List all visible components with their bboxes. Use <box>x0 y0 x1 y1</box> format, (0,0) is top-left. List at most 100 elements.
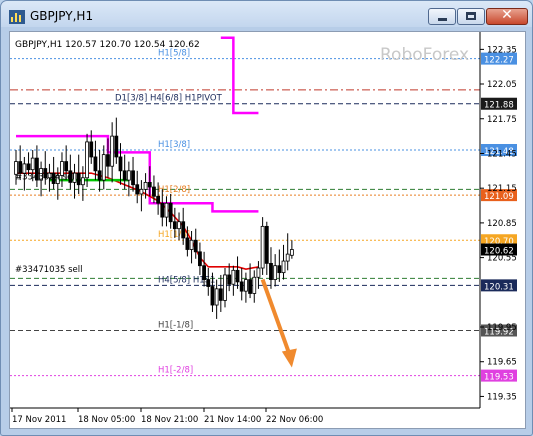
pivot-label: H1[3/8] <box>158 140 190 150</box>
candle-body <box>160 202 165 218</box>
candle-body <box>152 186 156 197</box>
price-badge-text: 119.53 <box>484 373 514 383</box>
candle-body <box>139 188 144 195</box>
price-badge-text: 120.31 <box>484 282 514 292</box>
candle-body <box>210 286 215 306</box>
y-tick-label: 121.45 <box>487 149 517 159</box>
candle-body <box>223 274 227 301</box>
candle-body <box>101 154 106 181</box>
minimize-button[interactable] <box>428 8 456 25</box>
trade-label: #3343024 sell <box>15 172 77 182</box>
candle-body <box>269 262 273 280</box>
candle-body <box>235 269 240 283</box>
trade-label: #33471035 sell <box>15 265 82 275</box>
candle-body <box>231 269 236 285</box>
maximize-icon <box>466 12 476 20</box>
candle-body <box>26 163 31 171</box>
candle-body <box>256 267 261 278</box>
y-tick-label: 121.75 <box>487 115 517 125</box>
candle-body <box>185 237 190 250</box>
candle-body <box>202 265 207 280</box>
candle-body <box>260 225 265 269</box>
x-tick-label: 21 Nov 14:00 <box>204 415 261 425</box>
y-tick-label: 119.95 <box>487 323 517 333</box>
candle-body <box>76 172 81 186</box>
candle-body <box>89 141 94 158</box>
x-tick-label: 18 Nov 21:00 <box>141 415 198 425</box>
y-tick-label: 121.15 <box>487 184 517 194</box>
x-tick-label: 18 Nov 05:00 <box>78 415 135 425</box>
price-badge-text: 121.88 <box>484 101 514 111</box>
candle-body <box>135 184 140 195</box>
candle-body <box>64 161 69 172</box>
candle-body <box>156 195 161 204</box>
candle-body <box>168 202 173 223</box>
chart-window: GBPJPY,H1 ✕ H1[5/8] D1[3/8] H4[6/8] H1PIV… <box>0 0 533 436</box>
candle-body <box>264 225 269 264</box>
pivot-label: H1[-1/8] <box>158 320 193 330</box>
chart-area[interactable]: H1[5/8] D1[3/8] H4[6/8] H1PIVOT H1[3/8] H1[… <box>9 31 526 429</box>
candle-body <box>189 239 194 250</box>
y-tick-label: 120.55 <box>487 254 517 264</box>
candle-body <box>289 249 294 256</box>
y-tick-label: 120.85 <box>487 219 517 229</box>
candle-body <box>131 170 135 186</box>
candle-body <box>97 170 102 181</box>
forecast-arrow-head <box>281 348 297 368</box>
minimize-icon <box>438 18 447 21</box>
close-button[interactable]: ✕ <box>486 7 528 25</box>
candle-body <box>80 177 85 186</box>
price-badge-text: 122.27 <box>484 56 514 66</box>
candle-body <box>143 181 148 190</box>
candle-body <box>122 170 127 181</box>
candle-body <box>281 260 286 274</box>
y-tick-label: 122.05 <box>487 80 517 90</box>
candle-body <box>106 154 110 167</box>
candle-body <box>85 141 89 179</box>
candle-body <box>239 281 244 292</box>
pivot-label: D1[3/8] H4[6/8] H1PIVOT <box>115 94 223 104</box>
x-tick-label: 17 Nov 2011 <box>12 415 66 425</box>
candle-body <box>177 221 181 230</box>
pivot-label: H1[1/8] <box>158 230 190 240</box>
maximize-button[interactable] <box>457 8 485 25</box>
candle-body <box>30 157 35 171</box>
candle-body <box>252 276 257 294</box>
candle-body <box>193 239 198 253</box>
pivot-label: H1[-2/8] <box>158 366 193 376</box>
symbol-header: GBPJPY,H1 120.57 120.70 120.54 120.62 <box>15 40 200 50</box>
candle-body <box>227 274 232 285</box>
title-bar[interactable]: GBPJPY,H1 ✕ <box>1 1 532 31</box>
candle-body <box>126 170 131 181</box>
forecast-arrow-shaft <box>260 278 292 357</box>
candle-body <box>277 265 282 274</box>
candle-body <box>147 181 152 188</box>
candle-body <box>164 202 169 218</box>
candle-body <box>93 156 98 172</box>
pivot-label: H1[2/8] <box>158 185 190 195</box>
candle-body <box>243 279 248 292</box>
price-chart[interactable]: H1[5/8] D1[3/8] H4[6/8] H1PIVOT H1[3/8] H1[… <box>10 32 525 428</box>
y-tick-label: 122.35 <box>487 45 517 55</box>
watermark: RoboForex <box>380 45 469 65</box>
pivot-label: H1[5/8] <box>158 49 190 59</box>
candle-body <box>114 135 119 158</box>
candle-body <box>273 265 278 280</box>
candle-body <box>172 221 177 230</box>
x-tick-label: 22 Nov 06:00 <box>266 415 323 425</box>
y-tick-label: 119.65 <box>487 358 517 368</box>
candle-body <box>181 221 186 239</box>
close-icon: ✕ <box>501 7 513 23</box>
candle-body <box>248 279 252 294</box>
candle-body <box>118 156 123 172</box>
candle-body <box>214 288 219 306</box>
price-scale-bg <box>480 32 525 428</box>
chart-app-icon <box>9 10 25 24</box>
magenta-upper-line <box>220 36 259 115</box>
candle-body <box>198 251 202 267</box>
candle-body <box>285 253 290 262</box>
candle-body <box>206 279 211 287</box>
candle-body <box>110 135 115 167</box>
candle-body <box>218 288 223 301</box>
y-tick-label: 119.35 <box>487 392 517 402</box>
